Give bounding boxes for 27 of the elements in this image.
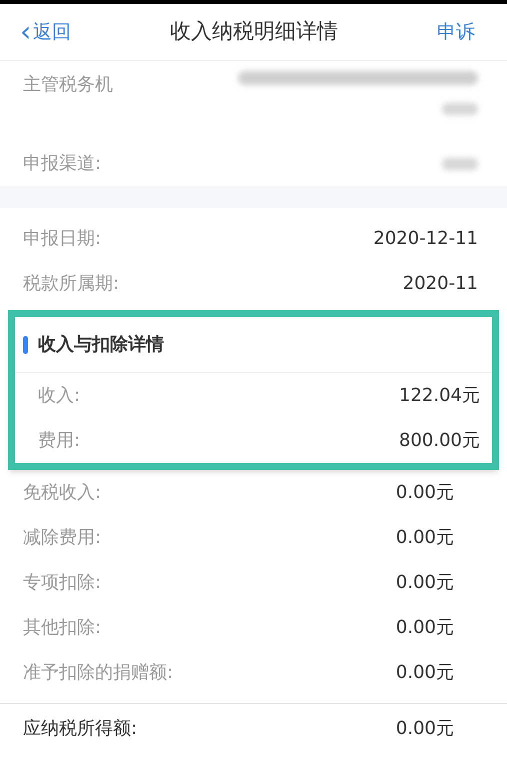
field-value: 0.00元 <box>396 716 454 740</box>
field-value: 0.00元 <box>396 526 454 550</box>
field-label: 准予扣除的捐赠额: <box>23 661 174 685</box>
field-label: 申报日期: <box>23 227 102 251</box>
section-marker-icon <box>23 336 28 354</box>
field-value: 800.00元 <box>399 429 480 453</box>
field-value: 2020-11 <box>402 272 478 296</box>
field-label: 税款所属期: <box>23 272 120 296</box>
field-label: 专项扣除: <box>23 571 102 595</box>
field-label: 应纳税所得额: <box>23 716 138 740</box>
field-label: 免税收入: <box>23 481 102 505</box>
appeal-button[interactable]: 申诉 <box>436 18 487 46</box>
field-value: 2020-12-11 <box>373 227 478 251</box>
back-button[interactable]: ‹返回 <box>20 18 72 46</box>
field-label: 收入: <box>38 384 80 408</box>
field-label: 主管税务机 <box>23 73 113 97</box>
field-value: 0.00元 <box>396 481 454 505</box>
field-value: 122.04元 <box>399 384 480 408</box>
field-label: 减除费用: <box>23 526 102 550</box>
field-value: 0.00元 <box>396 571 454 595</box>
section-title: 收入与扣除详情 <box>38 333 164 357</box>
field-value: 0.00元 <box>396 616 454 640</box>
field-value: 0.00元 <box>396 661 454 685</box>
page-title: 收入纳税明细详情 <box>170 18 338 46</box>
field-label: 其他扣除: <box>23 616 102 640</box>
field-label: 费用: <box>38 429 80 453</box>
field-label: 申报渠道: <box>23 152 102 176</box>
